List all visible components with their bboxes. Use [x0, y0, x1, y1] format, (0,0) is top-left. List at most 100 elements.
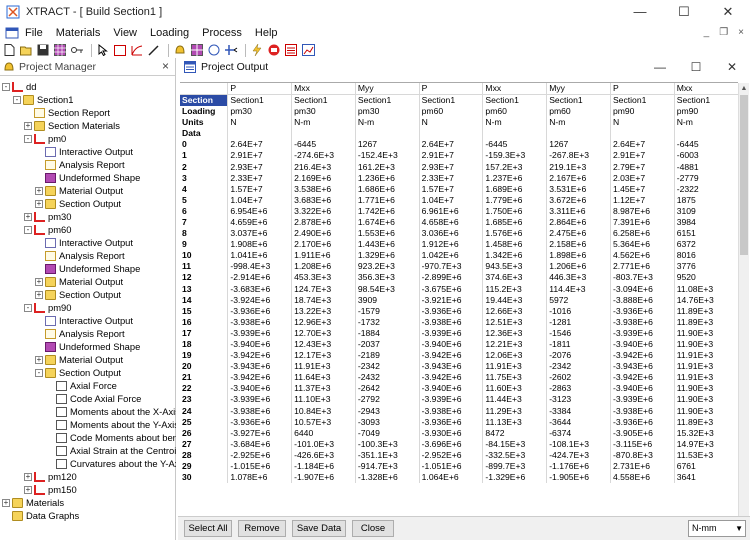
expand-icon[interactable]: +: [35, 355, 43, 364]
table-row[interactable]: 5 1.04E+7 3.683E+6 1.771E+6 1.04E+7 1.779E+6 3…: [180, 194, 738, 206]
data-cell[interactable]: 5.364E+6: [609, 239, 675, 251]
data-cell[interactable]: -998.4E+3: [227, 261, 292, 273]
data-cell[interactable]: 12.70E+3: [291, 327, 356, 339]
expand-icon[interactable]: +: [24, 485, 32, 494]
data-cell[interactable]: 1.042E+6: [418, 250, 483, 262]
data-cell[interactable]: 2.771E+6: [609, 261, 675, 273]
table-row[interactable]: 17 -3.939E+6 12.70E+3 -1884 -3.939E+6 12.36E+…: [180, 327, 738, 339]
row-label-cell[interactable]: 7: [180, 217, 228, 228]
data-cell[interactable]: 11.91E+3: [673, 361, 738, 373]
data-cell[interactable]: 1.908E+6: [227, 239, 292, 251]
data-cell[interactable]: 114.4E+3: [546, 283, 611, 295]
data-cell[interactable]: 11.90E+3: [673, 405, 738, 417]
data-cell[interactable]: pm90: [673, 106, 738, 118]
data-cell[interactable]: 2.03E+7: [609, 172, 675, 184]
data-cell[interactable]: 18.74E+3: [291, 294, 356, 306]
scroll-up-icon[interactable]: ▲: [739, 83, 749, 94]
data-cell[interactable]: 216.4E+3: [291, 161, 356, 173]
data-cell[interactable]: -6003: [673, 150, 738, 162]
bell-icon[interactable]: [173, 44, 187, 57]
data-cell[interactable]: 1.57E+7: [418, 183, 483, 195]
data-cell[interactable]: -3.936E+6: [418, 305, 483, 317]
row-label-cell[interactable]: 14: [180, 295, 228, 306]
data-cell[interactable]: 11.91E+3: [673, 350, 738, 362]
data-cell[interactable]: 1.078E+6: [227, 472, 292, 484]
data-cell[interactable]: -6445: [482, 139, 547, 151]
data-cell[interactable]: 1.674E+6: [354, 216, 420, 229]
data-cell[interactable]: -152.4E+3: [354, 150, 420, 162]
data-cell[interactable]: 12.17E+3: [291, 350, 356, 362]
data-cell[interactable]: -1732: [354, 316, 420, 328]
data-cell[interactable]: -101.0E+3: [291, 438, 356, 450]
row-label-cell[interactable]: Units: [180, 117, 228, 128]
data-cell[interactable]: 1.237E+6: [482, 172, 547, 184]
table-row[interactable]: 30 1.078E+6 -1.907E+6 -1.328E+6 1.064E+6 -1.3…: [180, 472, 738, 484]
data-cell[interactable]: 1.689E+6: [482, 183, 547, 195]
data-cell[interactable]: -3.940E+6: [418, 383, 483, 395]
data-cell[interactable]: 10.84E+3: [291, 405, 356, 417]
row-label-cell[interactable]: 22: [180, 383, 228, 394]
table-row[interactable]: 23 -3.939E+6 11.10E+3 -2792 -3.939E+6 11.44E+…: [180, 394, 738, 406]
tree-item[interactable]: Undeformed Shape: [35, 340, 140, 353]
data-cell[interactable]: 3.036E+6: [418, 228, 483, 240]
data-cell[interactable]: 8472: [482, 427, 547, 439]
data-cell[interactable]: 11.10E+3: [291, 394, 356, 406]
data-cell[interactable]: 6.961E+6: [418, 205, 483, 217]
data-cell[interactable]: -3.930E+6: [418, 427, 483, 439]
expand-icon[interactable]: +: [35, 199, 43, 208]
data-cell[interactable]: P: [418, 83, 483, 95]
data-cell[interactable]: -1.328E+6: [354, 472, 420, 484]
row-label-cell[interactable]: 23: [180, 394, 228, 405]
save-data-button[interactable]: Save Data: [292, 520, 346, 537]
data-cell[interactable]: -2642: [354, 383, 420, 395]
table-row[interactable]: 6 6.954E+6 3.322E+6 1.742E+6 6.961E+6 1.750E+…: [180, 205, 738, 217]
data-cell[interactable]: 161.2E+3: [354, 161, 420, 173]
tree-item[interactable]: - Section Output: [35, 366, 121, 379]
menu-materials[interactable]: Materials: [56, 27, 101, 39]
data-cell[interactable]: N: [227, 117, 292, 129]
data-cell[interactable]: Section1: [546, 94, 611, 106]
data-cell[interactable]: -3.939E+6: [609, 394, 675, 406]
tree-item[interactable]: + pm30: [24, 210, 71, 223]
data-cell[interactable]: -3384: [546, 405, 611, 417]
data-cell[interactable]: -1.907E+6: [291, 472, 356, 484]
data-cell[interactable]: N-m: [673, 117, 738, 129]
row-label-cell[interactable]: 4: [180, 184, 228, 195]
data-cell[interactable]: -3.940E+6: [609, 383, 675, 395]
tree-item[interactable]: - Section1: [13, 93, 73, 106]
table-row[interactable]: 3 2.33E+7 2.169E+6 1.236E+6 2.33E+7 1.237E+6 2…: [180, 172, 738, 184]
data-cell[interactable]: 11.91E+3: [291, 361, 356, 373]
data-cell[interactable]: -3.942E+6: [418, 372, 483, 384]
expand-icon[interactable]: +: [35, 186, 43, 195]
data-cell[interactable]: 1875: [673, 194, 738, 206]
data-cell[interactable]: [609, 128, 675, 140]
data-cell[interactable]: 12.06E+3: [482, 350, 547, 362]
cross-icon[interactable]: [224, 44, 238, 57]
data-cell[interactable]: -1.905E+6: [546, 472, 611, 484]
data-cell[interactable]: -6445: [291, 139, 356, 151]
data-cell[interactable]: 6.954E+6: [227, 205, 292, 217]
row-label-cell[interactable]: 6: [180, 206, 228, 217]
data-cell[interactable]: 11.37E+3: [291, 383, 356, 395]
tree-item[interactable]: Moments about the Y-Axis: [46, 418, 176, 431]
tree-item[interactable]: Code Axial Force: [46, 392, 141, 405]
document-menu-icon[interactable]: [5, 27, 19, 39]
table-row[interactable]: 13 -3.683E+6 124.7E+3 98.54E+3 -3.675E+6 115.…: [180, 283, 738, 295]
data-cell[interactable]: -2432: [354, 372, 420, 384]
output-close-button[interactable]: ✕: [714, 58, 750, 76]
data-cell[interactable]: N-m: [291, 117, 356, 129]
data-cell[interactable]: 1.208E+6: [291, 261, 356, 273]
data-cell[interactable]: 4.658E+6: [418, 216, 483, 229]
data-cell[interactable]: pm30: [227, 106, 292, 118]
row-label-cell[interactable]: 9: [180, 239, 228, 250]
data-cell[interactable]: 219.1E+3: [546, 161, 611, 173]
data-cell[interactable]: 11.91E+3: [673, 372, 738, 384]
tree-item[interactable]: Interactive Output: [35, 145, 133, 158]
data-cell[interactable]: -3123: [546, 394, 611, 406]
data-cell[interactable]: 2.731E+6: [609, 461, 675, 473]
data-cell[interactable]: -3.940E+6: [418, 338, 483, 351]
data-cell[interactable]: -2863: [546, 383, 611, 395]
data-cell[interactable]: -3.938E+6: [227, 405, 292, 417]
section-icon[interactable]: [207, 44, 221, 57]
data-cell[interactable]: 11.08E+3: [673, 283, 738, 295]
